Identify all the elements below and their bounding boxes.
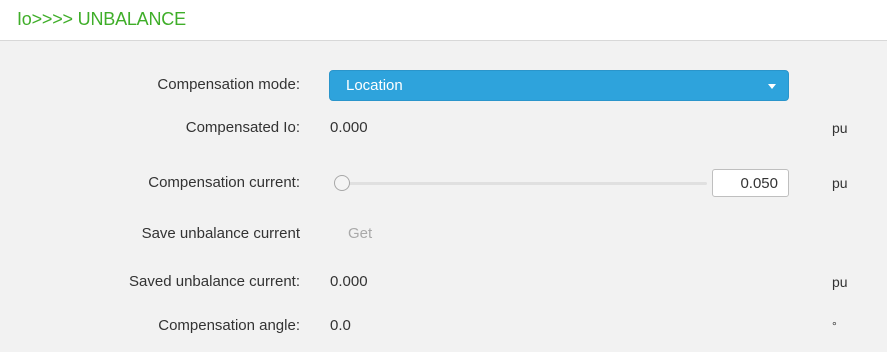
row-save-unbalance-current: Save unbalance current Get	[0, 214, 887, 254]
caret-down-icon	[768, 84, 776, 89]
compensation-angle-value: 0.0	[330, 317, 351, 334]
compensated-io-value: 0.000	[330, 119, 368, 136]
saved-unbalance-current-label: Saved unbalance current:	[129, 273, 300, 290]
get-button[interactable]: Get	[348, 214, 372, 254]
row-compensated-io: Compensated Io: 0.000 pu	[0, 108, 887, 148]
compensation-current-slider-track[interactable]	[342, 182, 707, 185]
compensation-mode-label: Compensation mode:	[157, 76, 300, 93]
panel-title: Io>>>> UNBALANCE	[17, 9, 186, 29]
compensation-angle-label: Compensation angle:	[158, 317, 300, 334]
row-compensation-angle: Compensation angle: 0.0 °	[0, 306, 887, 346]
panel-header: Io>>>> UNBALANCE	[0, 0, 887, 41]
saved-unbalance-current-value: 0.000	[330, 273, 368, 290]
compensation-mode-select[interactable]: Location	[329, 70, 789, 101]
row-saved-unbalance-current: Saved unbalance current: 0.000 pu	[0, 262, 887, 302]
saved-unbalance-current-unit: pu	[832, 274, 848, 290]
compensation-current-label: Compensation current:	[148, 174, 300, 191]
compensation-mode-value: Location	[346, 77, 403, 94]
row-compensation-current: Compensation current: pu	[0, 163, 887, 203]
compensation-angle-unit: °	[832, 319, 837, 333]
compensation-current-slider-thumb[interactable]	[334, 175, 350, 191]
compensation-current-unit: pu	[832, 175, 848, 191]
compensated-io-unit: pu	[832, 120, 848, 136]
row-compensation-mode: Compensation mode: Location	[0, 65, 887, 105]
save-unbalance-current-label: Save unbalance current	[141, 225, 300, 242]
compensated-io-label: Compensated Io:	[185, 119, 300, 136]
compensation-current-input[interactable]	[712, 169, 789, 197]
